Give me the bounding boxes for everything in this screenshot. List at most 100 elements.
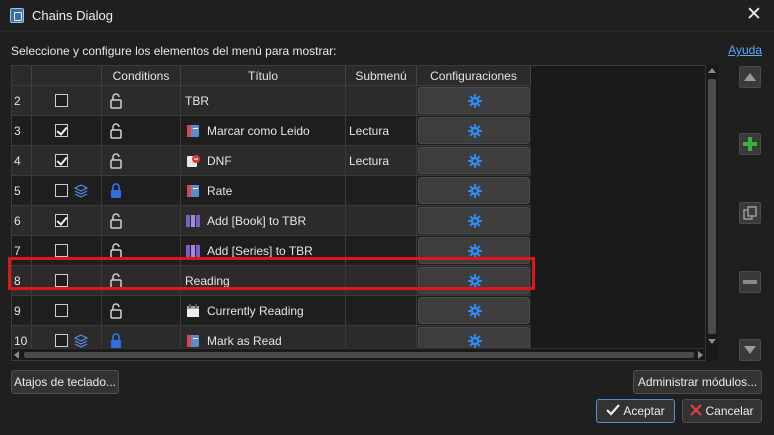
vertical-scrollbar[interactable] (705, 65, 718, 361)
check-icon (606, 401, 621, 423)
calendar-icon (186, 304, 200, 318)
cancel-button[interactable]: Cancelar (682, 399, 762, 423)
title-cell[interactable]: Currently Reading (181, 296, 346, 326)
config-cell (417, 116, 531, 146)
configure-button[interactable] (418, 177, 530, 204)
arrow-down-icon (744, 346, 756, 354)
row-number: 4 (12, 146, 32, 176)
conditions-cell (102, 146, 181, 176)
shortcuts-button[interactable]: Atajos de teclado... (11, 370, 119, 394)
scroll-up-icon[interactable] (708, 68, 716, 73)
title-bar: Chains Dialog ✕ (0, 0, 774, 32)
header-submenu[interactable]: Submenú (346, 66, 417, 86)
lock-open-icon[interactable] (109, 303, 123, 319)
remove-button[interactable] (739, 271, 761, 293)
lock-open-icon[interactable] (109, 153, 123, 169)
manage-modules-button[interactable]: Administrar módulos... (633, 370, 762, 394)
title-cell[interactable]: Marcar como Leido (181, 116, 346, 146)
row-title: Marcar como Leido (207, 124, 310, 138)
cancel-icon (690, 401, 703, 423)
submenu-cell[interactable] (346, 296, 417, 326)
book-icon (186, 184, 200, 198)
book-icon (186, 124, 200, 138)
close-icon[interactable]: ✕ (744, 5, 764, 25)
lock-closed-icon[interactable] (109, 183, 123, 199)
dnf-icon (186, 154, 200, 168)
submenu-cell[interactable] (346, 86, 417, 116)
configure-button[interactable] (418, 87, 530, 114)
table-row[interactable]: 9 Currently Reading (12, 296, 531, 326)
config-cell (417, 206, 531, 236)
submenu-cell[interactable] (346, 206, 417, 236)
configure-button[interactable] (418, 117, 530, 144)
table-row[interactable]: 4 DNF Lectura (12, 146, 531, 176)
instructions-label: Seleccione y configure los elementos del… (11, 44, 337, 58)
scroll-down-icon[interactable] (708, 339, 716, 344)
header-title[interactable]: Título (181, 66, 346, 86)
row-checkbox[interactable] (55, 304, 68, 317)
config-cell (417, 176, 531, 206)
cancel-label: Cancelar (705, 404, 754, 418)
header-checkbox (32, 66, 102, 86)
row-number: 3 (12, 116, 32, 146)
scroll-right-icon[interactable] (698, 351, 703, 359)
table-row[interactable]: 3 Marcar como Leido Lectura (12, 116, 531, 146)
selection-cell (32, 296, 102, 326)
lock-open-icon[interactable] (109, 93, 123, 109)
accept-button[interactable]: Aceptar (596, 399, 675, 423)
row-checkbox[interactable] (55, 244, 68, 257)
submenu-cell[interactable]: Lectura (346, 146, 417, 176)
window-title: Chains Dialog (32, 8, 113, 23)
table-row[interactable]: 5 Rate (12, 176, 531, 206)
row-number: 9 (12, 296, 32, 326)
lock-open-icon[interactable] (109, 123, 123, 139)
lock-closed-icon[interactable] (109, 333, 123, 349)
row-checkbox[interactable] (55, 124, 68, 137)
title-cell[interactable]: TBR (181, 86, 346, 116)
lock-open-icon[interactable] (109, 213, 123, 229)
row-checkbox[interactable] (55, 154, 68, 167)
submenu-cell[interactable]: Lectura (346, 116, 417, 146)
hscroll-thumb[interactable] (24, 352, 694, 358)
title-cell[interactable]: Add [Book] to TBR (181, 206, 346, 236)
table-row[interactable]: 2 TBR (12, 86, 531, 116)
row-checkbox[interactable] (55, 184, 68, 197)
horizontal-scrollbar[interactable] (12, 348, 705, 360)
table-row[interactable]: 6 Add [Book] to TBR (12, 206, 531, 236)
scroll-left-icon[interactable] (14, 351, 19, 359)
selection-cell (32, 86, 102, 116)
configure-button[interactable] (418, 297, 530, 324)
config-cell (417, 146, 531, 176)
move-up-button[interactable] (739, 66, 761, 88)
submenu-cell[interactable] (346, 176, 417, 206)
row-checkbox[interactable] (55, 214, 68, 227)
conditions-cell (102, 86, 181, 116)
configure-button[interactable] (418, 207, 530, 234)
move-down-button[interactable] (739, 339, 761, 361)
title-cell[interactable]: DNF (181, 146, 346, 176)
row-checkbox[interactable] (55, 334, 68, 347)
copy-button[interactable] (739, 202, 761, 224)
plus-icon (743, 137, 757, 151)
accept-label: Aceptar (623, 404, 665, 418)
help-link[interactable]: Ayuda (728, 43, 762, 57)
config-cell (417, 296, 531, 326)
row-title: Currently Reading (207, 304, 304, 318)
layers-icon (73, 184, 89, 198)
title-cell[interactable]: Rate (181, 176, 346, 206)
selection-cell (32, 146, 102, 176)
arrow-up-icon (744, 73, 756, 81)
add-button[interactable] (739, 133, 761, 155)
header-conditions[interactable]: Conditions (102, 66, 181, 86)
row-title: TBR (185, 94, 209, 108)
conditions-cell (102, 176, 181, 206)
table-header: Conditions Título Submenú Configuracione… (12, 66, 531, 86)
scroll-thumb[interactable] (708, 79, 716, 334)
row-title: Rate (207, 184, 233, 198)
row-number: 5 (12, 176, 32, 206)
row-title: Add [Book] to TBR (207, 214, 307, 228)
row-checkbox[interactable] (55, 94, 68, 107)
book-icon (186, 334, 200, 348)
configure-button[interactable] (418, 147, 530, 174)
header-config[interactable]: Configuraciones (417, 66, 531, 86)
